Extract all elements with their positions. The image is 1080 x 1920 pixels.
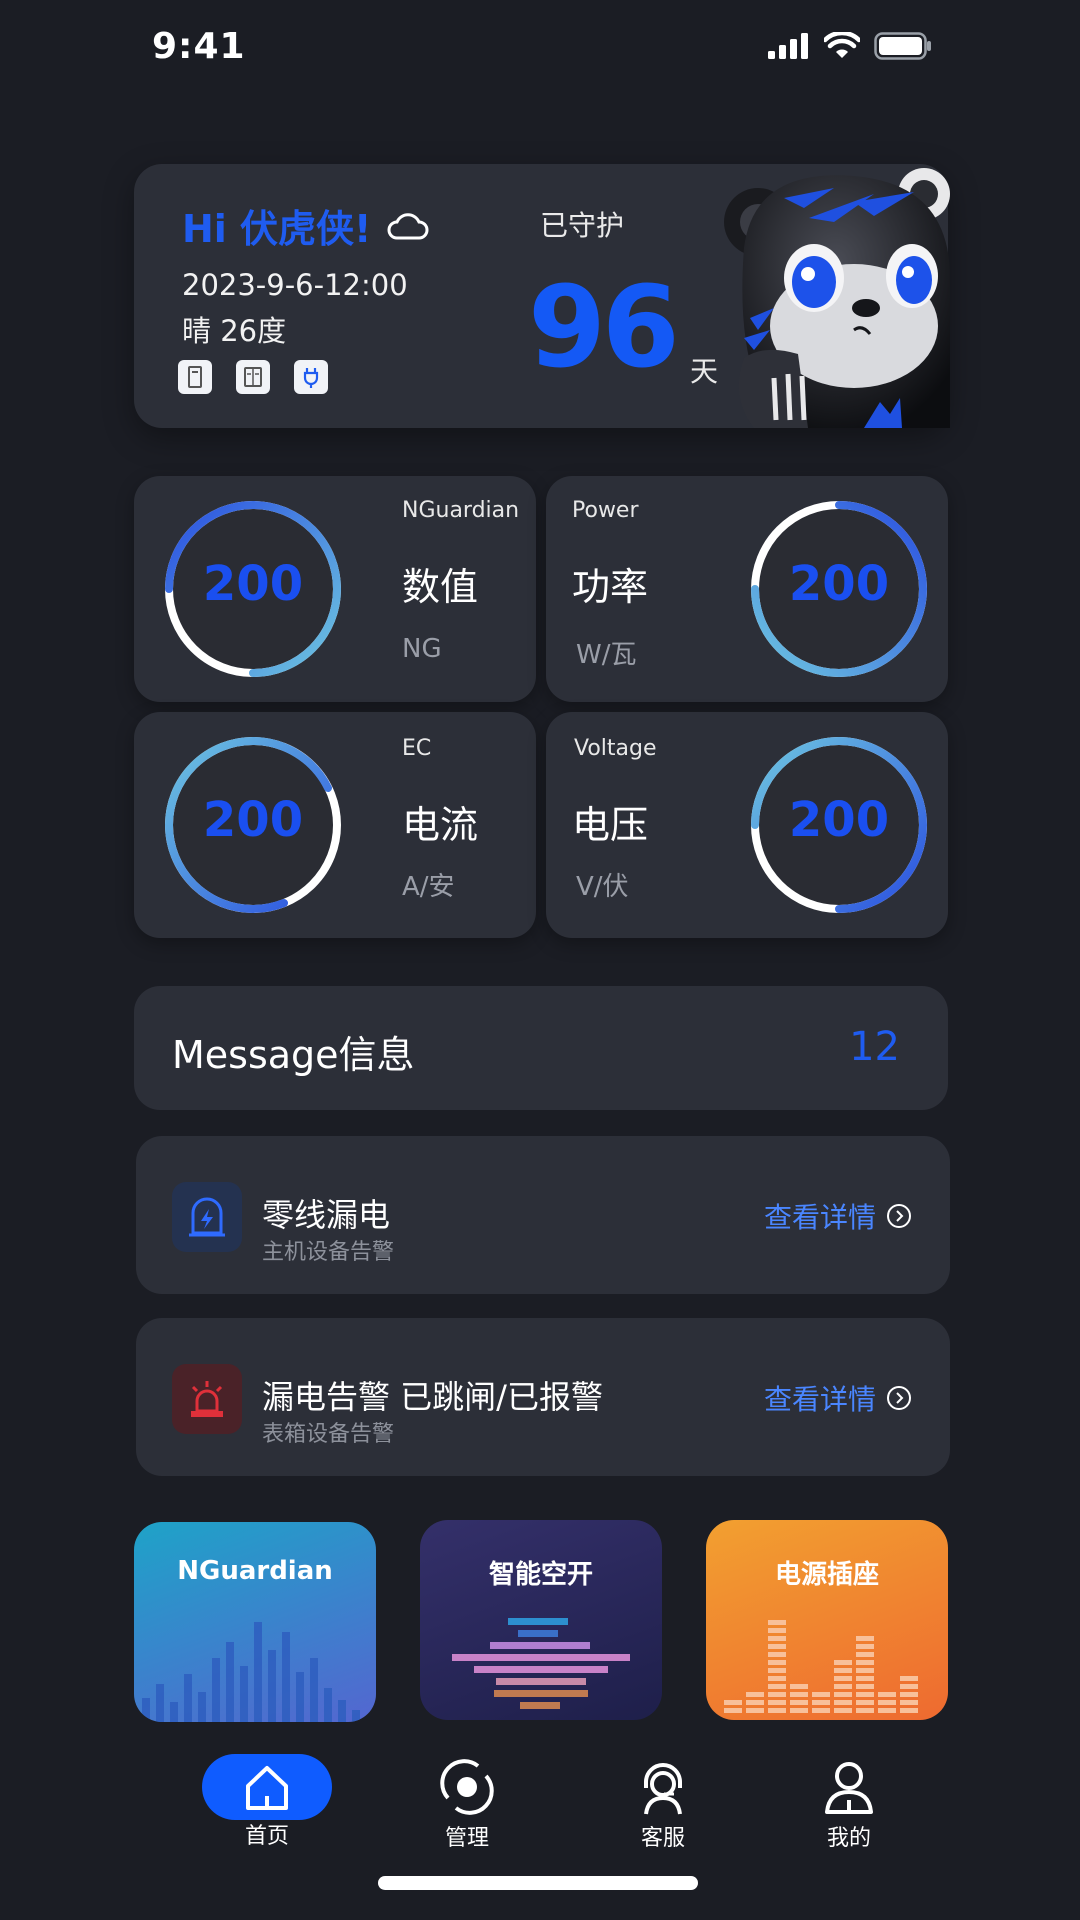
weather-text: 晴 26度 (182, 314, 287, 348)
metric-title: 电压 (572, 803, 649, 847)
metric-card-current[interactable]: 200 EC 电流 A/安 (134, 712, 536, 938)
home-indicator[interactable] (378, 1876, 698, 1890)
alarm-siren-icon (172, 1364, 242, 1434)
metric-unit: A/安 (402, 872, 455, 902)
tile-smart-breaker[interactable]: 智能空开 (420, 1520, 662, 1720)
alert-subtitle: 表箱设备告警 (262, 1422, 395, 1447)
tile-title: 智能空开 (488, 1560, 593, 1590)
meter-icon[interactable] (178, 360, 212, 394)
view-details-label: 查看详情 (763, 1201, 876, 1234)
tab-support[interactable]: 客服 (598, 1754, 728, 1852)
alert-title: 漏电告警 已跳闸/已报警 (262, 1378, 603, 1416)
metric-value: 200 (202, 556, 304, 612)
tile-title: 电源插座 (774, 1560, 879, 1590)
cloud-icon (387, 212, 429, 239)
tiger-mascot-image (724, 168, 950, 428)
chevron-right-circle-icon (887, 1386, 911, 1410)
metric-card-power[interactable]: Power 功率 W/瓦 200 (546, 476, 948, 702)
tab-label: 管理 (444, 1826, 489, 1851)
metric-unit: W/瓦 (576, 640, 637, 670)
metric-gauge: 200 (744, 494, 934, 684)
chevron-right-circle-icon (887, 1204, 911, 1228)
status-time: 9:41 (152, 26, 246, 67)
alert-title: 零线漏电 (262, 1196, 391, 1234)
metric-subtitle: EC (402, 736, 432, 761)
signal-icon (768, 33, 808, 59)
metric-subtitle: Power (572, 498, 639, 523)
tab-profile[interactable]: 我的 (784, 1754, 914, 1852)
metric-gauge: 200 (744, 730, 934, 920)
hero-card: Hi 伏虎侠! 2023-9-6-12:00 晴 26度 已守护 96 天 (134, 164, 950, 428)
device-icons (178, 360, 328, 394)
tab-label: 客服 (640, 1826, 685, 1851)
view-details-link[interactable]: 查看详情 (764, 1196, 912, 1236)
metric-title: 数值 (402, 565, 479, 609)
home-icon (246, 1766, 288, 1810)
message-count: 12 (849, 1024, 900, 1070)
tile-nguardian[interactable]: NGuardian (134, 1522, 376, 1722)
metric-card-nguardian[interactable]: 200 NGuardian 数值 NG (134, 476, 536, 702)
greeting-text: Hi 伏虎侠! (182, 207, 372, 251)
guard-days: 96 (528, 263, 680, 393)
manage-icon (440, 1759, 494, 1815)
bar-pattern-graphic (452, 1618, 630, 1709)
metric-subtitle: NGuardian (402, 498, 520, 523)
profile-icon (825, 1762, 873, 1814)
bar-pattern-graphic (142, 1622, 360, 1722)
tab-home[interactable]: 首页 (202, 1754, 332, 1850)
tile-title: NGuardian (177, 1556, 333, 1586)
alert-card-neutral-leakage[interactable]: 零线漏电 主机设备告警 查看详情 (136, 1136, 950, 1294)
message-bar[interactable]: Message信息 12 (134, 986, 948, 1110)
breaker-box-icon[interactable] (236, 360, 270, 394)
tab-manage[interactable]: 管理 (402, 1754, 532, 1852)
metric-gauge: 200 (158, 494, 348, 684)
status-icons (768, 32, 932, 60)
wifi-icon (824, 32, 860, 58)
bar-pattern-graphic (724, 1620, 918, 1713)
lightning-shield-icon (172, 1182, 242, 1252)
plug-icon[interactable] (294, 360, 328, 394)
metric-value: 200 (202, 792, 304, 848)
support-icon (644, 1763, 682, 1815)
view-details-link[interactable]: 查看详情 (764, 1378, 912, 1418)
greeting: Hi 伏虎侠! (182, 198, 429, 253)
metric-value: 200 (788, 792, 890, 848)
metric-unit: NG (402, 634, 442, 664)
metric-title: 功率 (572, 565, 649, 609)
date-text: 2023-9-6-12:00 (182, 268, 408, 302)
metric-subtitle: Voltage (574, 736, 657, 761)
tab-label: 我的 (826, 1826, 871, 1851)
battery-icon (874, 32, 931, 60)
metric-card-voltage[interactable]: Voltage 电压 V/伏 200 (546, 712, 948, 938)
alert-subtitle: 主机设备告警 (262, 1240, 395, 1265)
guard-label: 已守护 (540, 209, 625, 242)
tile-power-socket[interactable]: 电源插座 (706, 1520, 948, 1720)
metric-title: 电流 (402, 803, 479, 847)
view-details-label: 查看详情 (763, 1383, 876, 1416)
metric-gauge: 200 (158, 730, 348, 920)
metric-unit: V/伏 (576, 872, 629, 902)
metric-value: 200 (788, 556, 890, 612)
tab-label: 首页 (244, 1824, 289, 1849)
alert-card-leakage-alarm[interactable]: 漏电告警 已跳闸/已报警 表箱设备告警 查看详情 (136, 1318, 950, 1476)
message-title: Message信息 (172, 1033, 415, 1077)
